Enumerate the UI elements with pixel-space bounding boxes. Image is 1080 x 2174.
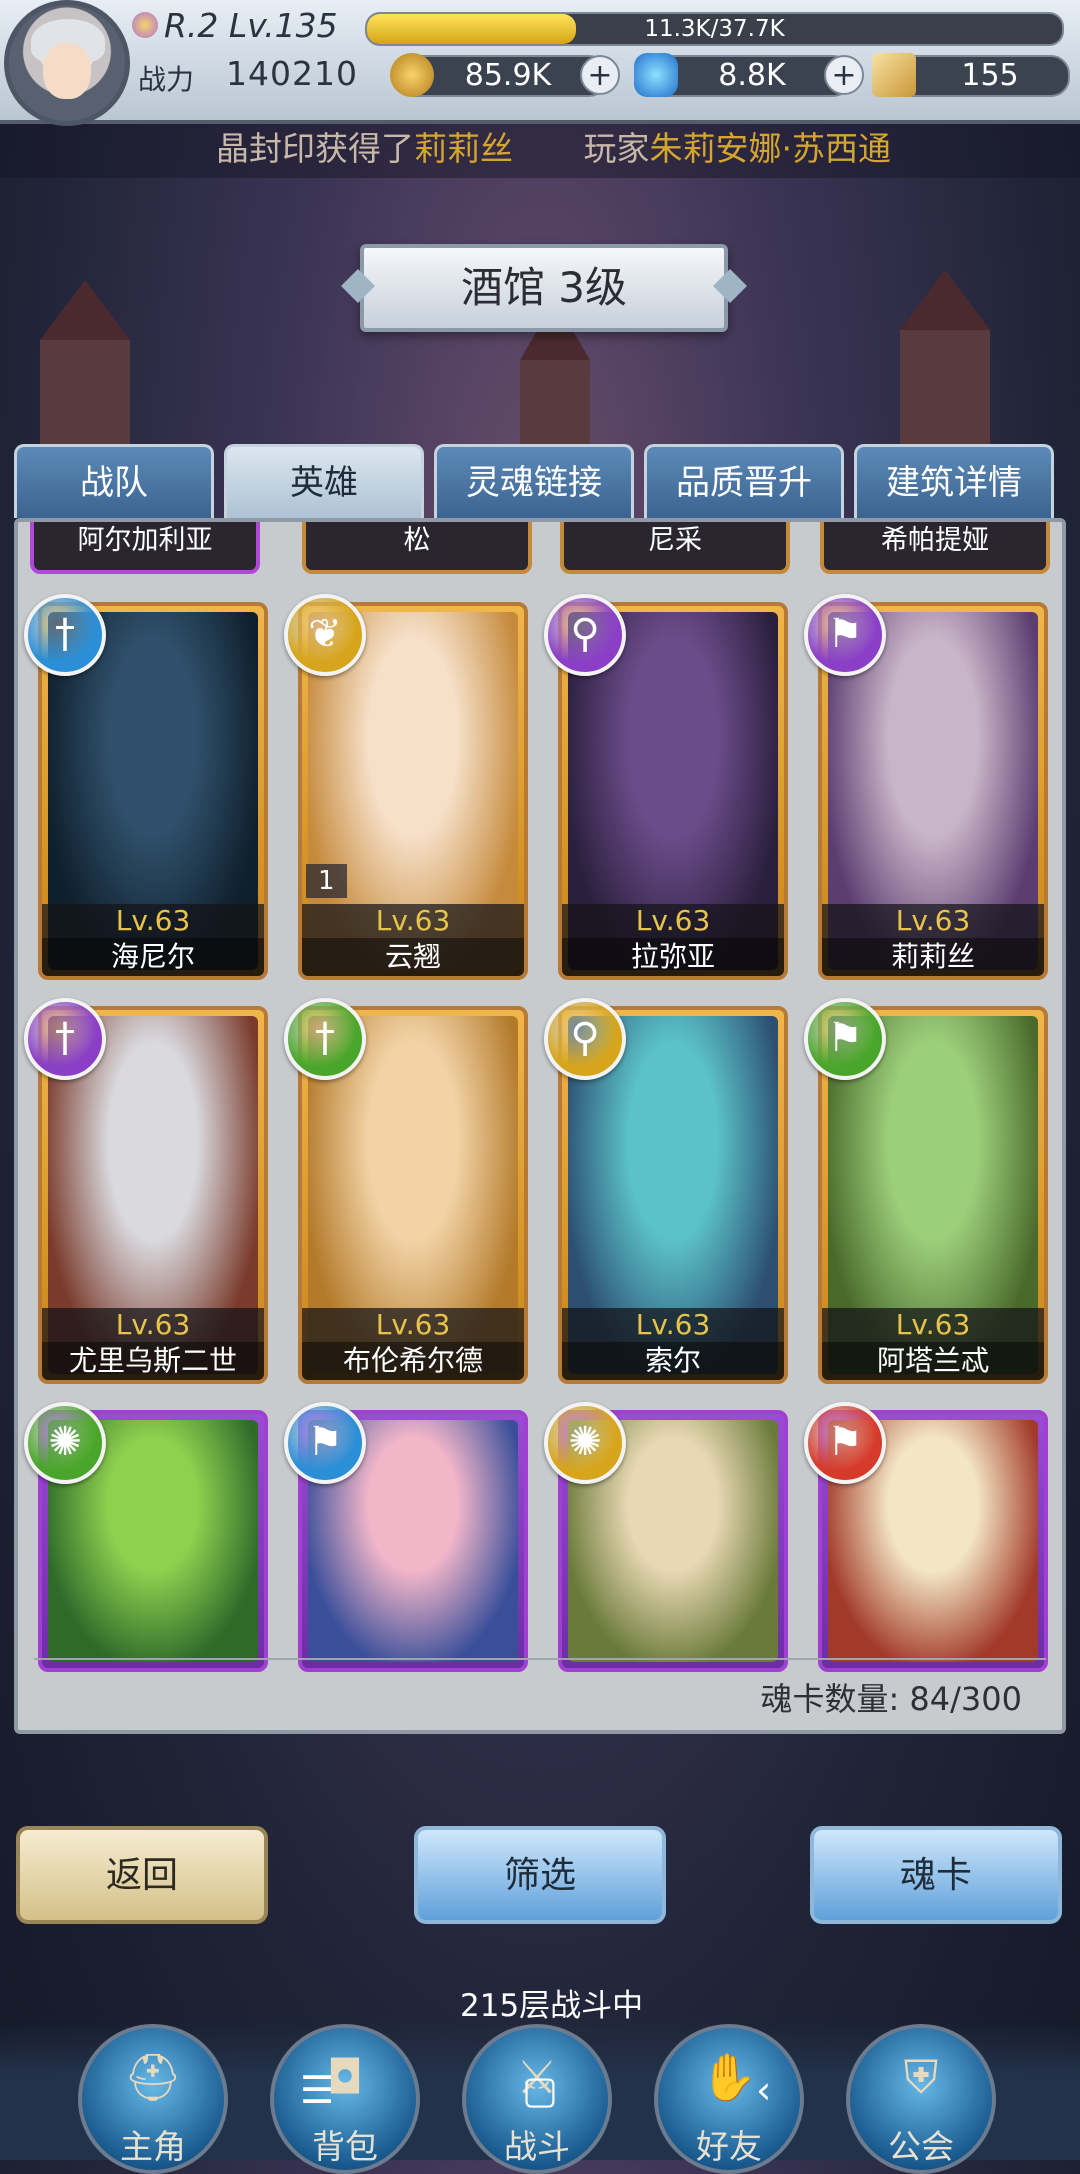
top-hud: R.2 Lv.135 11.3K/37.7K 战力 140210 85.9K +… bbox=[0, 0, 1080, 126]
hero-level: Lv.63 bbox=[822, 904, 1044, 938]
scroll-value: 155 bbox=[961, 58, 1019, 93]
shuriken-icon: ✺ bbox=[544, 1402, 626, 1484]
panel-footer: 魂卡数量: 84/300 bbox=[34, 1658, 1046, 1730]
scroll-counter: 155 bbox=[872, 53, 1070, 97]
ticker-hero: 莉莉丝 bbox=[414, 129, 513, 168]
scroll-icon bbox=[872, 53, 916, 97]
hero-card-partial[interactable]: 希帕提娅 bbox=[820, 522, 1050, 574]
add-gem-button[interactable]: + bbox=[824, 55, 864, 95]
gem-icon bbox=[634, 53, 678, 97]
nav-label: 公会 bbox=[888, 2127, 954, 2166]
nav-label: 战斗 bbox=[504, 2127, 570, 2166]
power-label: 战力 bbox=[138, 63, 195, 96]
soul-card-count: 魂卡数量: 84/300 bbox=[760, 1680, 1022, 1718]
hero-card-partial[interactable]: 阿尔加利亚 bbox=[30, 522, 260, 574]
soul-card-button[interactable]: 魂卡 bbox=[810, 1826, 1062, 1924]
hero-name: 拉弥亚 bbox=[562, 938, 784, 976]
wings-icon: ❦ bbox=[284, 594, 366, 676]
tab-quality-upgrade[interactable]: 品质晋升 bbox=[644, 444, 844, 518]
gold-value: 85.9K bbox=[464, 58, 552, 93]
helmet-icon: ⛑ bbox=[123, 2050, 183, 2104]
floor-status: 215层战斗中 bbox=[460, 1988, 644, 2024]
bow-icon: ⚑ bbox=[284, 1402, 366, 1484]
hero-card-partial[interactable]: 尼采 bbox=[560, 522, 790, 574]
announcement-ticker: 晶封印获得了莉莉丝 玩家朱莉安娜·苏西通 bbox=[0, 120, 1080, 178]
nav-hero[interactable]: ⛑ 主角 bbox=[78, 2024, 228, 2174]
guild-crest-icon: ⛨ bbox=[903, 2050, 939, 2104]
back-button[interactable]: 返回 bbox=[16, 1826, 268, 1924]
hero-level: Lv.63 bbox=[42, 1308, 264, 1342]
system-menu-icon[interactable]: ☰ bbox=[300, 2068, 334, 2112]
nav-label: 背包 bbox=[312, 2127, 378, 2166]
sword-icon: † bbox=[24, 594, 106, 676]
page-title: 酒馆 3级 bbox=[360, 244, 728, 332]
nav-guild[interactable]: ⛨ 公会 bbox=[846, 2024, 996, 2174]
hero-level: Lv.63 bbox=[562, 904, 784, 938]
nav-label: 好友 bbox=[696, 2127, 762, 2166]
nav-label: 主角 bbox=[120, 2127, 186, 2166]
awaken-star-count: 1 bbox=[306, 864, 347, 898]
gold-counter: 85.9K + bbox=[390, 53, 620, 97]
staff-icon: ⚲ bbox=[544, 998, 626, 1080]
bow-icon: ⚑ bbox=[804, 998, 886, 1080]
add-gold-button[interactable]: + bbox=[580, 55, 620, 95]
rank-level: R.2 Lv.135 bbox=[164, 6, 338, 45]
system-back-icon[interactable]: ‹ bbox=[756, 2068, 771, 2112]
nav-backpack[interactable]: ◘ 背包 bbox=[270, 2024, 420, 2174]
player-avatar[interactable] bbox=[4, 0, 130, 126]
handshake-icon: ✋ bbox=[700, 2050, 758, 2104]
hero-panel: 阿尔加利亚 松 尼采 希帕提娅 Lv.63 海尼尔 † 1 Lv.63 云翘 ❦ Lv.63 拉… bbox=[14, 518, 1066, 1734]
hero-name: 海尼尔 bbox=[42, 938, 264, 976]
hero-name: 云翘 bbox=[302, 938, 524, 976]
hero-level: Lv.63 bbox=[822, 1308, 1044, 1342]
power-value: 140210 bbox=[226, 54, 358, 93]
ticker-player: 朱莉安娜·苏西通 bbox=[649, 129, 892, 168]
system-home-icon[interactable]: ▢ bbox=[522, 2068, 558, 2112]
gem-counter: 8.8K + bbox=[634, 53, 864, 97]
tab-heroes[interactable]: 英雄 bbox=[224, 444, 424, 518]
gold-coin-icon bbox=[390, 53, 434, 97]
tab-bar: 战队 英雄 灵魂链接 品质晋升 建筑详情 bbox=[14, 444, 1070, 518]
avatar-face bbox=[43, 43, 91, 99]
hero-level: Lv.63 bbox=[302, 904, 524, 938]
hero-level: Lv.63 bbox=[562, 1308, 784, 1342]
hero-name: 阿塔兰忒 bbox=[822, 1342, 1044, 1380]
ticker-text: 玩家 bbox=[583, 129, 650, 168]
hero-level: Lv.63 bbox=[42, 904, 264, 938]
hero-name: 索尔 bbox=[562, 1342, 784, 1380]
exp-bar: 11.3K/37.7K bbox=[365, 12, 1064, 46]
staff-icon: ⚲ bbox=[544, 594, 626, 676]
hero-name: 莉莉丝 bbox=[822, 938, 1044, 976]
hero-card-partial[interactable]: 松 bbox=[302, 522, 532, 574]
bow-icon: ⚑ bbox=[804, 1402, 886, 1484]
hero-name: 布伦希尔德 bbox=[302, 1342, 524, 1380]
ticker-text: 晶封印获得了 bbox=[216, 129, 414, 168]
tab-building-details[interactable]: 建筑详情 bbox=[854, 444, 1054, 518]
bow-icon: ⚑ bbox=[804, 594, 886, 676]
partial-hero-row: 阿尔加利亚 松 尼采 希帕提娅 bbox=[18, 522, 1062, 574]
hero-level: Lv.63 bbox=[302, 1308, 524, 1342]
tab-team[interactable]: 战队 bbox=[14, 444, 214, 518]
nav-friends[interactable]: ✋ 好友 bbox=[654, 2024, 804, 2174]
gem-value: 8.8K bbox=[718, 58, 786, 93]
shuriken-icon: ✺ bbox=[24, 1402, 106, 1484]
rank-gem-icon bbox=[132, 12, 158, 38]
exp-text: 11.3K/37.7K bbox=[644, 16, 785, 42]
sword-icon: † bbox=[24, 998, 106, 1080]
hero-name: 尤里乌斯二世 bbox=[42, 1342, 264, 1380]
tab-soul-link[interactable]: 灵魂链接 bbox=[434, 444, 634, 518]
sword-icon: † bbox=[284, 998, 366, 1080]
filter-button[interactable]: 筛选 bbox=[414, 1826, 666, 1924]
